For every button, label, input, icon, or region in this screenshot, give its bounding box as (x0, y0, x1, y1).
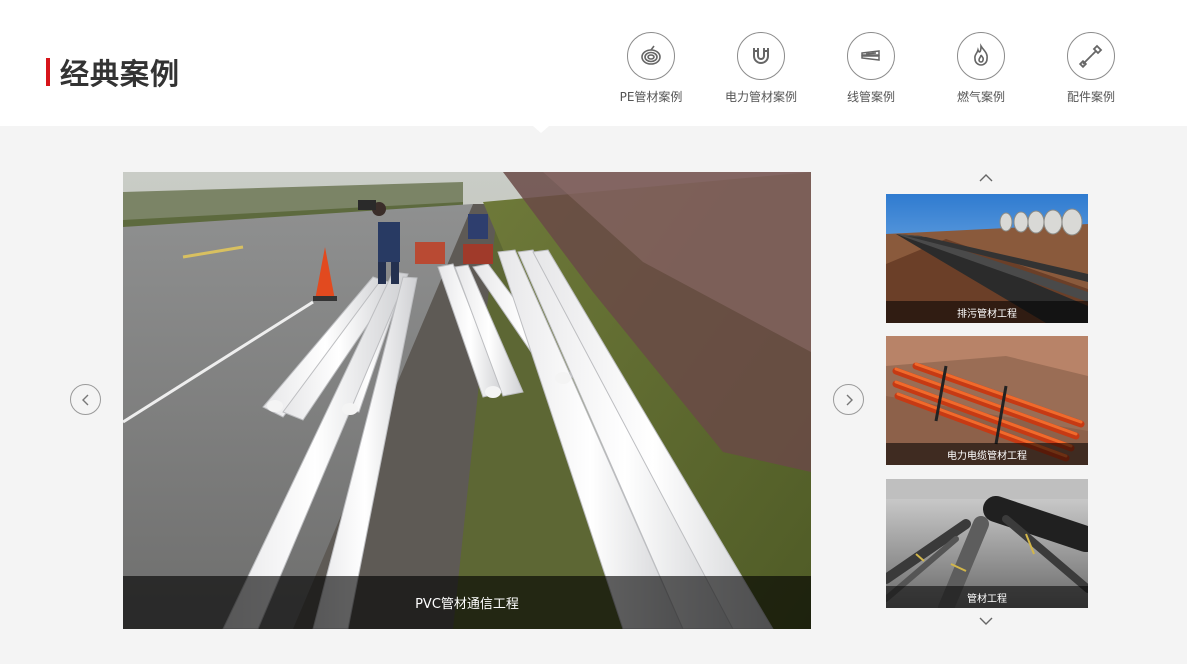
next-slide-button[interactable] (833, 384, 864, 415)
thumbnail-sewage-pipe[interactable]: 排污管材工程 (886, 194, 1088, 323)
section-title-wrap: 经典案例 (46, 55, 180, 91)
wrench-icon (1067, 32, 1115, 80)
coiled-pipe-icon (627, 32, 675, 80)
category-conduit[interactable]: 线管案例 (816, 32, 926, 105)
thumbnail-caption: 管材工程 (886, 586, 1088, 608)
main-slide-image[interactable]: PVC管材通信工程 (123, 172, 811, 629)
category-label: 电力管材案例 (724, 90, 797, 104)
chevron-left-icon (81, 394, 88, 405)
pipe-road-photo (123, 172, 811, 629)
chevron-up-icon (979, 174, 993, 182)
header: 经典案例 PE管材案例 电力管材案例 线管案例 燃气案例 配件案例 (0, 0, 1187, 126)
flame-icon (957, 32, 1005, 80)
category-fittings[interactable]: 配件案例 (1036, 32, 1146, 105)
category-nav: PE管材案例 电力管材案例 线管案例 燃气案例 配件案例 (596, 32, 1146, 105)
thumbnail-power-cable-pipe[interactable]: 电力电缆管材工程 (886, 336, 1088, 465)
slide-caption: PVC管材通信工程 (123, 576, 811, 629)
chevron-right-icon (846, 394, 853, 405)
section-title: 经典案例 (60, 57, 181, 91)
thumbnail-pipe-project[interactable]: 管材工程 (886, 479, 1088, 608)
category-label: 配件案例 (1066, 90, 1115, 104)
magnet-icon (737, 32, 785, 80)
title-accent-bar (46, 58, 50, 86)
thumbs-scroll-down-button[interactable] (978, 615, 994, 627)
conduit-icon (847, 32, 895, 80)
category-label: 线管案例 (846, 90, 895, 104)
prev-slide-button[interactable] (70, 384, 101, 415)
thumbnail-caption: 电力电缆管材工程 (886, 443, 1088, 465)
category-label: 燃气案例 (956, 90, 1005, 104)
category-pe-pipe[interactable]: PE管材案例 (596, 32, 706, 105)
thumbnail-caption: 排污管材工程 (886, 301, 1088, 323)
category-gas[interactable]: 燃气案例 (926, 32, 1036, 105)
category-label: PE管材案例 (619, 90, 683, 104)
chevron-down-icon (979, 617, 993, 625)
category-power-pipe[interactable]: 电力管材案例 (706, 32, 816, 105)
active-tab-pointer (533, 126, 549, 133)
thumbs-scroll-up-button[interactable] (978, 172, 994, 184)
